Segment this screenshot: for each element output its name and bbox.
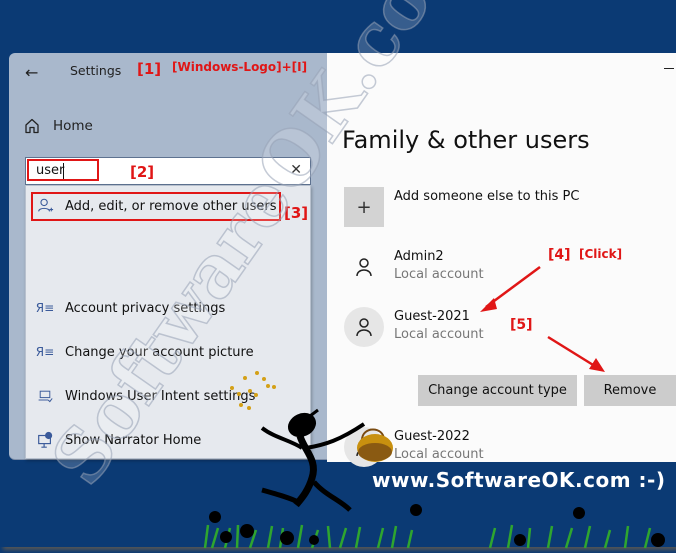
home-icon <box>25 118 39 134</box>
search-result-user-intent[interactable]: Windows User Intent settings <box>26 376 310 416</box>
annotation-step-2: [2] <box>130 163 155 181</box>
user-name: Guest-2022 <box>394 429 470 444</box>
window-edge <box>676 0 682 553</box>
annotation-box-result <box>31 192 281 221</box>
user-account-type: Local account <box>394 327 484 342</box>
annotation-step-1: [1] <box>137 60 162 78</box>
search-results-dropdown: Add, edit, or remove other users [3] Я≡ … <box>25 185 311 459</box>
search-result-add-edit-remove-users[interactable]: Add, edit, or remove other users <box>26 186 310 226</box>
change-account-type-button[interactable]: Change account type <box>418 375 577 406</box>
search-result-label: Windows User Intent settings <box>65 388 256 404</box>
remove-button[interactable]: Remove <box>584 375 676 406</box>
person-icon <box>356 258 372 277</box>
annotation-step-5: [5] <box>510 317 533 333</box>
annotation-step-4: [4] <box>548 247 571 263</box>
add-someone-label: Add someone else to this PC <box>394 189 580 204</box>
back-arrow-icon: ← <box>25 63 39 82</box>
search-result-account-privacy[interactable]: Я≡ Account privacy settings <box>26 288 310 328</box>
person-icon <box>356 318 372 337</box>
search-result-narrator-home[interactable]: Show Narrator Home <box>26 420 310 460</box>
search-result-account-picture[interactable]: Я≡ Change your account picture <box>26 332 310 372</box>
user-account-type: Local account <box>394 447 484 462</box>
person-icon <box>356 438 372 457</box>
avatar <box>344 307 384 347</box>
laptop-check-icon <box>38 390 53 403</box>
search-result-label: Show Narrator Home <box>65 432 202 448</box>
annotation-step-3: [3] <box>284 204 309 222</box>
close-icon[interactable]: ✕ <box>290 162 302 178</box>
user-name: Admin2 <box>394 249 444 264</box>
user-name: Guest-2021 <box>394 309 470 324</box>
search-result-label: Account privacy settings <box>65 300 226 316</box>
sidebar-item-home[interactable]: Home <box>23 117 93 135</box>
user-account-type: Local account <box>394 267 484 282</box>
sidebar-item-label: Home <box>53 118 93 134</box>
annotation-shortcut-hint: [Windows-Logo]+[I] <box>172 60 308 74</box>
plus-icon: + <box>344 187 384 227</box>
avatar <box>344 247 384 287</box>
avatar <box>344 427 384 467</box>
add-someone-button[interactable]: + Add someone else to this PC <box>344 187 579 227</box>
account-list-icon: Я≡ <box>35 345 55 359</box>
page-title: Family & other users <box>342 126 590 155</box>
user-item-guest-2021[interactable]: Guest-2021 Local account <box>344 307 484 347</box>
minimize-icon[interactable] <box>664 68 674 69</box>
narrator-icon <box>38 431 53 448</box>
app-title: Settings <box>70 63 122 78</box>
settings-sidebar: ← Settings [1] [Windows-Logo]+[I] Home u… <box>9 53 327 459</box>
account-list-icon: Я≡ <box>35 301 55 315</box>
user-item-admin2[interactable]: Admin2 Local account <box>344 247 484 287</box>
user-item-guest-2022[interactable]: Guest-2022 Local account <box>344 427 484 467</box>
search-input[interactable]: user [2] ✕ <box>25 157 311 185</box>
back-button[interactable]: ← <box>25 63 45 82</box>
annotation-click-hint: [Click] <box>579 247 623 261</box>
content-pane: Family & other users + Add someone else … <box>327 53 676 467</box>
annotation-box-search <box>27 159 99 181</box>
search-result-label: Change your account picture <box>65 344 254 360</box>
footer-url: www.SoftwareOK.com :-) <box>372 468 666 492</box>
